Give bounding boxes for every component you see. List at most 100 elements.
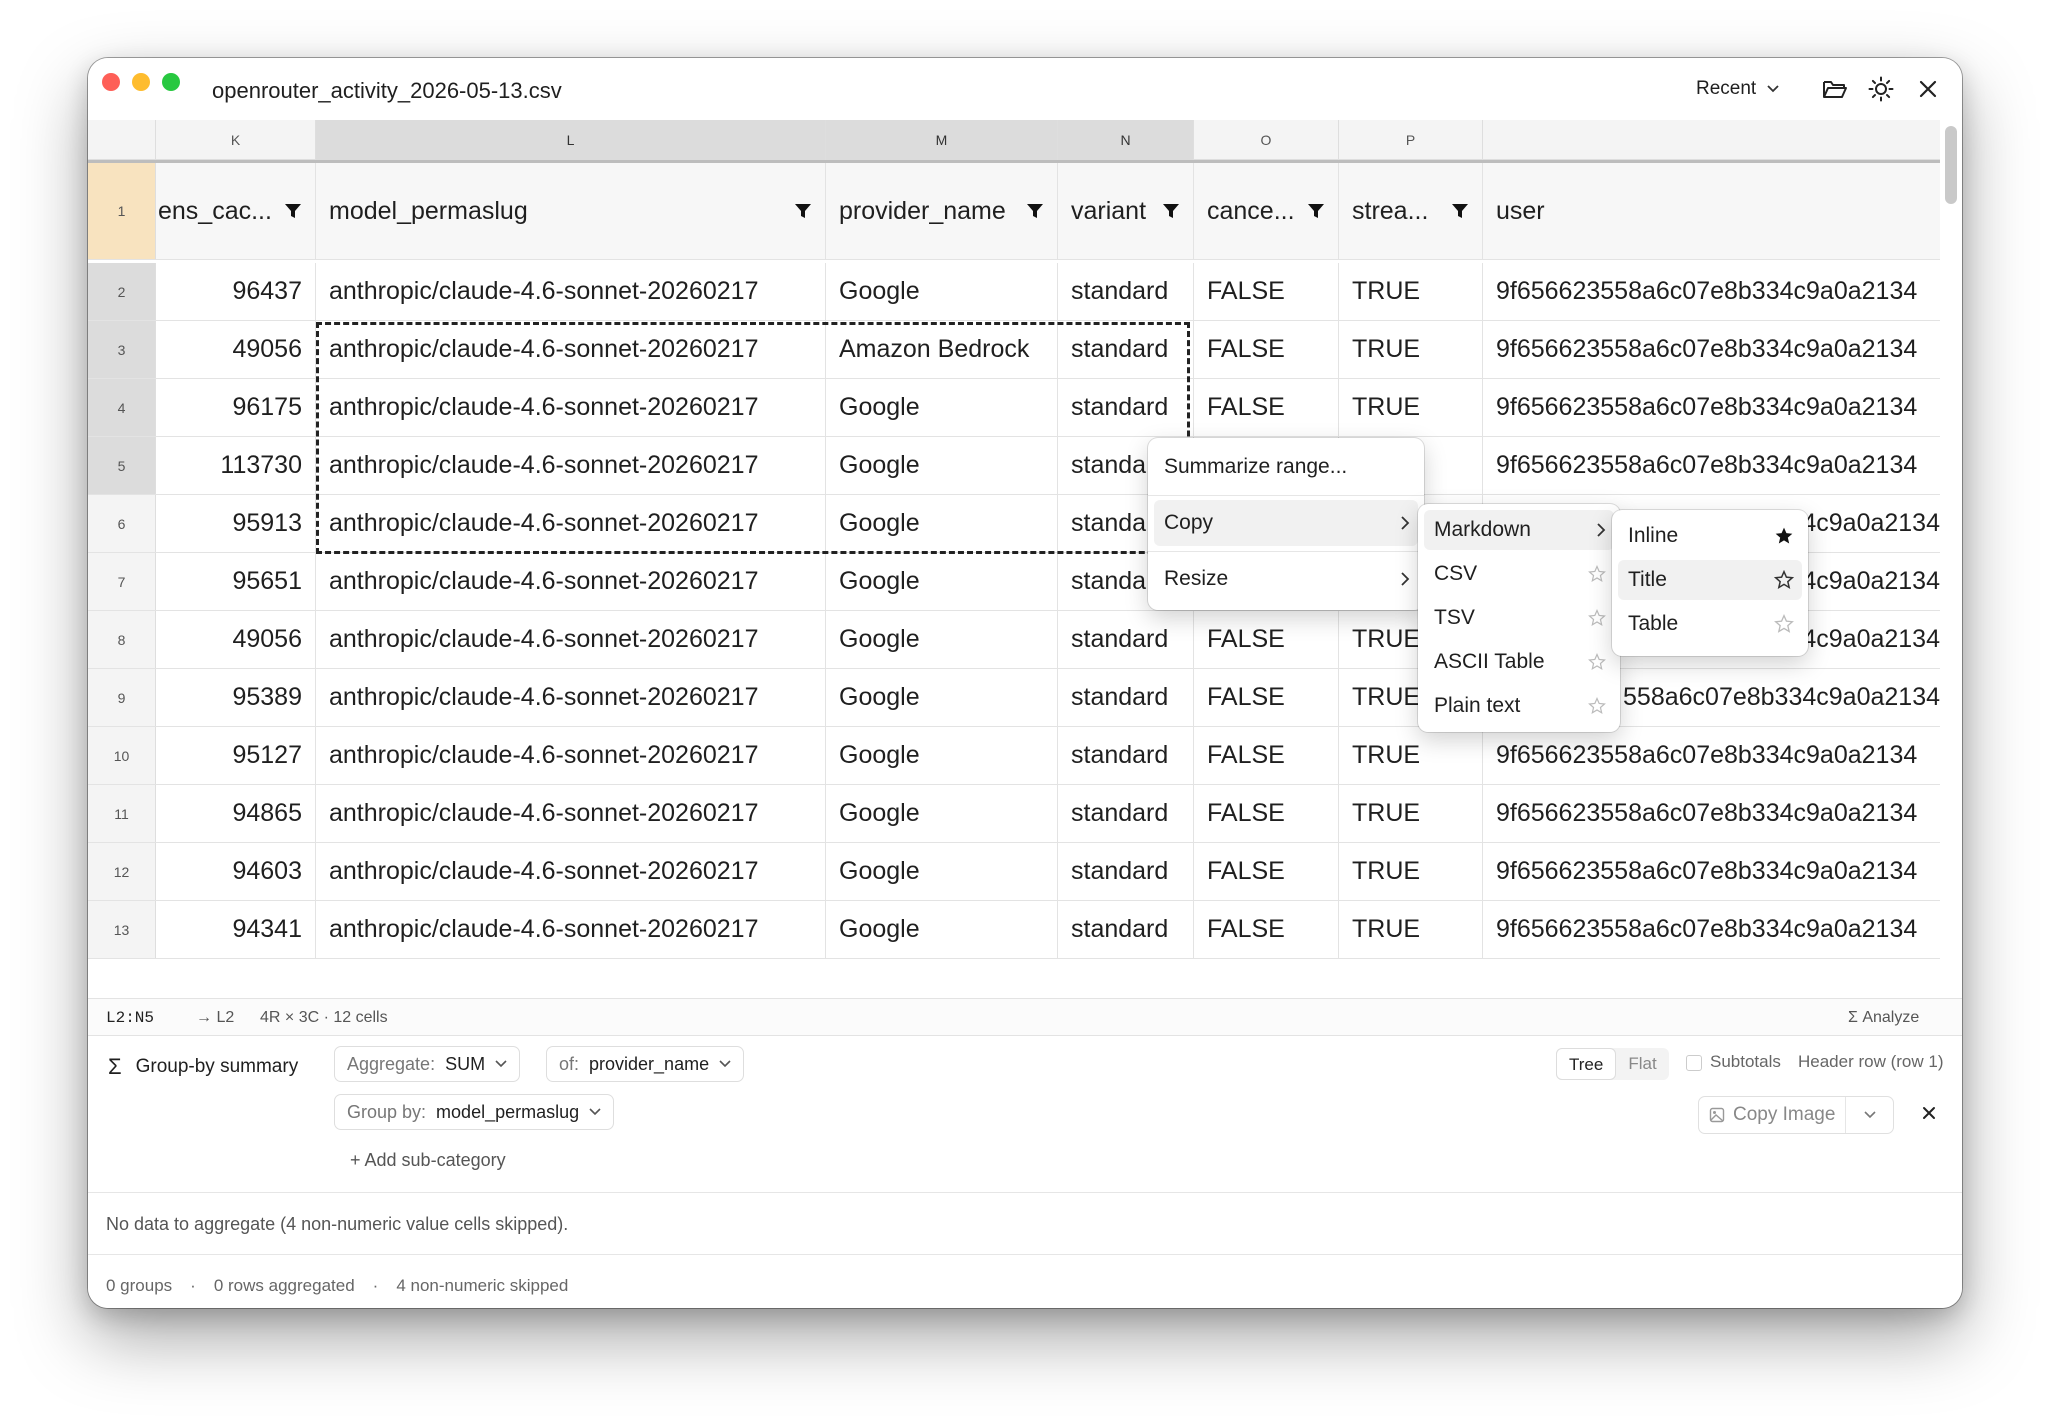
minimize-window-button[interactable] xyxy=(132,73,150,91)
cell-streamed[interactable]: TRUE xyxy=(1339,727,1483,784)
cell-model[interactable]: anthropic/claude-4.6-sonnet-20260217 xyxy=(316,321,826,378)
cell-streamed[interactable]: TRUE xyxy=(1339,843,1483,900)
column-letter-p[interactable]: P xyxy=(1339,120,1483,160)
column-letter-n[interactable]: N xyxy=(1058,120,1194,160)
cell-streamed[interactable]: TRUE xyxy=(1339,901,1483,958)
row-number[interactable]: 7 xyxy=(88,553,156,610)
cell-tokens[interactable]: 94603 xyxy=(156,843,316,900)
star-outline-icon[interactable] xyxy=(1588,565,1606,583)
cell-model[interactable]: anthropic/claude-4.6-sonnet-20260217 xyxy=(316,495,826,552)
cell-cancelled[interactable]: FALSE xyxy=(1194,611,1339,668)
cell-streamed[interactable]: TRUE xyxy=(1339,263,1483,320)
cell-model[interactable]: anthropic/claude-4.6-sonnet-20260217 xyxy=(316,611,826,668)
cell-tokens[interactable]: 96437 xyxy=(156,263,316,320)
cell-provider[interactable]: Google xyxy=(826,263,1058,320)
filter-icon[interactable] xyxy=(794,202,812,220)
column-letter-l[interactable]: L xyxy=(316,120,826,160)
menu-item-tsv[interactable]: TSV xyxy=(1424,598,1614,638)
cell-streamed[interactable]: TRUE xyxy=(1339,321,1483,378)
cell-provider[interactable]: Amazon Bedrock xyxy=(826,321,1058,378)
of-column-select[interactable]: of: provider_name xyxy=(546,1046,745,1082)
cell-tokens[interactable]: 94341 xyxy=(156,901,316,958)
header-row-setting[interactable]: Header row (row 1) xyxy=(1798,1052,1944,1072)
star-outline-icon[interactable] xyxy=(1774,614,1794,634)
filter-icon[interactable] xyxy=(1026,202,1044,220)
tree-view-button[interactable]: Tree xyxy=(1556,1048,1617,1080)
cell-variant[interactable]: standard xyxy=(1058,785,1194,842)
open-folder-button[interactable] xyxy=(1820,74,1850,104)
cell-cancelled[interactable]: FALSE xyxy=(1194,263,1339,320)
cell-tokens[interactable]: 95389 xyxy=(156,669,316,726)
recent-dropdown[interactable]: Recent xyxy=(1696,78,1780,100)
close-window-button[interactable] xyxy=(102,73,120,91)
menu-item-inline[interactable]: Inline xyxy=(1618,516,1802,556)
cell-tokens[interactable]: 94865 xyxy=(156,785,316,842)
cell-variant[interactable]: standard xyxy=(1058,843,1194,900)
column-letter-m[interactable]: M xyxy=(826,120,1058,160)
cell-provider[interactable]: Google xyxy=(826,669,1058,726)
cell-cancelled[interactable]: FALSE xyxy=(1194,669,1339,726)
cell-streamed[interactable]: TRUE xyxy=(1339,785,1483,842)
cell-tokens[interactable]: 95651 xyxy=(156,553,316,610)
cell-model[interactable]: anthropic/claude-4.6-sonnet-20260217 xyxy=(316,553,826,610)
groupby-column-select[interactable]: Group by: model_permaslug xyxy=(334,1094,615,1130)
row-number[interactable]: 6 xyxy=(88,495,156,552)
copy-image-options-button[interactable] xyxy=(1846,1111,1893,1119)
cell-cancelled[interactable]: FALSE xyxy=(1194,727,1339,784)
vertical-scrollbar[interactable] xyxy=(1945,126,1957,204)
star-outline-icon[interactable] xyxy=(1774,570,1794,590)
cell-cancelled[interactable]: FALSE xyxy=(1194,843,1339,900)
menu-item-ascii-table[interactable]: ASCII Table xyxy=(1424,642,1614,682)
row-number[interactable]: 4 xyxy=(88,379,156,436)
cell-streamed[interactable]: TRUE xyxy=(1339,379,1483,436)
row-number[interactable]: 9 xyxy=(88,669,156,726)
cell-provider[interactable]: Google xyxy=(826,379,1058,436)
close-file-button[interactable] xyxy=(1913,74,1943,104)
menu-item-table[interactable]: Table xyxy=(1618,604,1802,644)
row-number[interactable]: 10 xyxy=(88,727,156,784)
cell-tokens[interactable]: 49056 xyxy=(156,321,316,378)
cell-tokens[interactable]: 95913 xyxy=(156,495,316,552)
row-number[interactable]: 5 xyxy=(88,437,156,494)
row-number-header[interactable]: 1 xyxy=(88,163,156,259)
column-letter-q[interactable] xyxy=(1483,120,1940,160)
row-number[interactable]: 8 xyxy=(88,611,156,668)
cell-model[interactable]: anthropic/claude-4.6-sonnet-20260217 xyxy=(316,437,826,494)
filter-icon[interactable] xyxy=(1307,202,1325,220)
star-outline-icon[interactable] xyxy=(1588,609,1606,627)
analyze-button[interactable]: Σ Analyze xyxy=(1848,1009,1919,1027)
menu-item-summarize-range[interactable]: Summarize range... xyxy=(1154,444,1418,490)
header-cell-provider[interactable]: provider_name xyxy=(826,163,1058,259)
close-groupby-button[interactable] xyxy=(1922,1106,1936,1125)
filter-icon[interactable] xyxy=(284,202,302,220)
cell-variant[interactable]: standard xyxy=(1058,321,1194,378)
subtotals-checkbox[interactable] xyxy=(1686,1055,1702,1071)
row-number[interactable]: 13 xyxy=(88,901,156,958)
header-cell-streamed[interactable]: strea... xyxy=(1339,163,1483,259)
row-number[interactable]: 11 xyxy=(88,785,156,842)
cell-provider[interactable]: Google xyxy=(826,901,1058,958)
row-number[interactable]: 3 xyxy=(88,321,156,378)
flat-view-button[interactable]: Flat xyxy=(1616,1048,1668,1080)
menu-item-csv[interactable]: CSV xyxy=(1424,554,1614,594)
cell-user[interactable]: 9f656623558a6c07e8b334c9a0a2134 xyxy=(1483,437,1940,494)
zoom-window-button[interactable] xyxy=(162,73,180,91)
cell-provider[interactable]: Google xyxy=(826,553,1058,610)
column-letter-o[interactable]: O xyxy=(1194,120,1339,160)
cell-user[interactable]: 9f656623558a6c07e8b334c9a0a2134 xyxy=(1483,727,1940,784)
star-filled-icon[interactable] xyxy=(1774,526,1794,546)
cell-cancelled[interactable]: FALSE xyxy=(1194,901,1339,958)
cell-variant[interactable]: standard xyxy=(1058,611,1194,668)
cell-tokens[interactable]: 49056 xyxy=(156,611,316,668)
cell-variant[interactable]: standard xyxy=(1058,727,1194,784)
cell-provider[interactable]: Google xyxy=(826,611,1058,668)
cell-variant[interactable]: standard xyxy=(1058,901,1194,958)
star-outline-icon[interactable] xyxy=(1588,697,1606,715)
cell-user[interactable]: 9f656623558a6c07e8b334c9a0a2134 xyxy=(1483,321,1940,378)
cell-user[interactable]: 9f656623558a6c07e8b334c9a0a2134 xyxy=(1483,263,1940,320)
cell-tokens[interactable]: 96175 xyxy=(156,379,316,436)
aggregate-select[interactable]: Aggregate: SUM xyxy=(334,1046,521,1082)
copy-image-button[interactable]: Copy Image xyxy=(1699,1097,1847,1133)
cell-variant[interactable]: standard xyxy=(1058,379,1194,436)
header-cell-variant[interactable]: variant xyxy=(1058,163,1194,259)
